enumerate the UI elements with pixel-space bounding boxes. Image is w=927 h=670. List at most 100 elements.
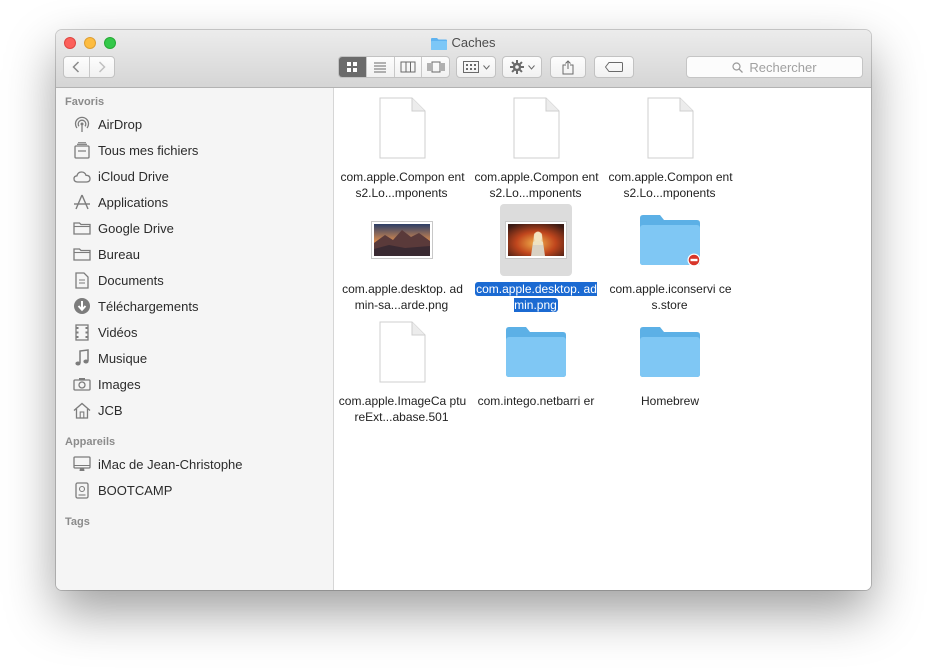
file-grid: com.apple.Compon ents2.Lo...mponents com… bbox=[335, 88, 871, 590]
file-name: Homebrew bbox=[640, 394, 700, 408]
file-item[interactable]: com.apple.Compon ents2.Lo...mponents bbox=[603, 92, 737, 202]
cover-flow-icon bbox=[427, 61, 445, 73]
sidebar-item-label: iMac de Jean-Christophe bbox=[98, 456, 243, 472]
finder-window: Caches Rechercher Favoris AirDrop Tous m… bbox=[56, 30, 871, 590]
chevron-left-icon bbox=[72, 61, 80, 73]
view-mode-selector bbox=[338, 56, 450, 78]
file-name: com.apple.desktop. admin.png bbox=[475, 282, 597, 312]
image-thumbnail bbox=[335, 204, 469, 276]
folder-icon bbox=[72, 218, 92, 238]
column-view-button[interactable] bbox=[395, 57, 423, 77]
sidebar-item-label: Documents bbox=[98, 272, 164, 288]
share-button[interactable] bbox=[550, 56, 586, 78]
folder-restricted-icon bbox=[603, 204, 737, 276]
action-button[interactable] bbox=[502, 56, 542, 78]
icon-view-button[interactable] bbox=[339, 57, 367, 77]
document-icon bbox=[469, 92, 603, 164]
sidebar-item-label: Applications bbox=[98, 194, 169, 210]
window-title-text: Caches bbox=[451, 35, 496, 50]
file-name: com.apple.iconservi ces.store bbox=[609, 282, 732, 312]
sidebar-item-applications[interactable]: Applications bbox=[72, 190, 322, 214]
grid-icon bbox=[347, 62, 358, 72]
folder-icon bbox=[72, 244, 92, 264]
sidebar-item-imac[interactable]: iMac de Jean-Christophe bbox=[72, 452, 322, 476]
search-icon bbox=[732, 61, 744, 73]
sidebar-item-label: iCloud Drive bbox=[98, 168, 169, 184]
sidebar-item-music[interactable]: Musique bbox=[72, 346, 322, 370]
file-item[interactable]: com.apple.iconservi ces.store bbox=[603, 204, 737, 314]
sidebar-item-images[interactable]: Images bbox=[72, 372, 322, 396]
sidebar-item-documents[interactable]: Documents bbox=[72, 268, 322, 292]
sidebar-item-airdrop[interactable]: AirDrop bbox=[72, 112, 322, 136]
sidebar-item-icloud-drive[interactable]: iCloud Drive bbox=[72, 164, 322, 188]
list-view-button[interactable] bbox=[367, 57, 395, 77]
document-icon bbox=[335, 316, 469, 388]
document-icon bbox=[335, 92, 469, 164]
file-item[interactable]: com.apple.Compon ents2.Lo...mponents bbox=[469, 92, 603, 202]
sidebar-item-label: Musique bbox=[98, 350, 148, 366]
sidebar-item-label: Vidéos bbox=[98, 324, 138, 340]
toolbar: Caches Rechercher bbox=[56, 30, 871, 88]
tag-icon bbox=[605, 62, 623, 72]
folder-icon bbox=[431, 37, 448, 54]
columns-icon bbox=[400, 61, 416, 73]
gear-icon bbox=[509, 60, 524, 74]
section-tags: Tags bbox=[65, 516, 90, 528]
selection-highlight bbox=[500, 204, 572, 276]
sidebar-item-label: Images bbox=[98, 376, 141, 392]
sidebar-item-label: Téléchargements bbox=[98, 298, 199, 314]
cloud-icon bbox=[72, 166, 92, 186]
navigation-buttons bbox=[63, 56, 115, 78]
download-icon bbox=[72, 296, 92, 316]
file-item-selected[interactable]: com.apple.desktop. admin.png bbox=[469, 204, 603, 314]
file-name: com.apple.desktop. admin-sa...arde.png bbox=[342, 282, 463, 312]
chevron-right-icon bbox=[98, 61, 106, 73]
sidebar: Favoris AirDrop Tous mes fichiers iCloud… bbox=[56, 88, 334, 590]
arrange-button[interactable] bbox=[456, 56, 496, 78]
image-thumbnail bbox=[469, 204, 603, 276]
file-name: com.apple.Compon ents2.Lo...mponents bbox=[474, 170, 599, 200]
back-button[interactable] bbox=[64, 57, 90, 77]
arrange-grid-icon bbox=[462, 61, 479, 73]
file-name: com.apple.ImageCa ptureExt...abase.501 bbox=[338, 394, 467, 424]
sidebar-item-bootcamp[interactable]: BOOTCAMP bbox=[72, 478, 322, 502]
file-item[interactable]: com.intego.netbarri er bbox=[469, 316, 603, 426]
file-item[interactable]: com.apple.ImageCa ptureExt...abase.501 bbox=[335, 316, 469, 426]
sidebar-item-jcb[interactable]: JCB bbox=[72, 398, 322, 422]
file-name: com.apple.Compon ents2.Lo...mponents bbox=[340, 170, 465, 200]
file-item[interactable]: com.apple.desktop. admin-sa...arde.png bbox=[335, 204, 469, 314]
list-icon bbox=[374, 62, 387, 73]
sidebar-item-label: Google Drive bbox=[98, 220, 174, 236]
sidebar-item-label: Tous mes fichiers bbox=[98, 142, 199, 158]
document-icon bbox=[603, 92, 737, 164]
camera-icon bbox=[72, 374, 92, 394]
tags-button[interactable] bbox=[594, 56, 634, 78]
sidebar-item-label: Bureau bbox=[98, 246, 140, 262]
sidebar-item-google-drive[interactable]: Google Drive bbox=[72, 216, 322, 240]
sidebar-item-label: BOOTCAMP bbox=[98, 482, 173, 498]
airdrop-icon bbox=[72, 114, 92, 134]
home-icon bbox=[72, 400, 92, 420]
forward-button[interactable] bbox=[90, 57, 115, 77]
applications-icon bbox=[72, 192, 92, 212]
file-name: com.apple.Compon ents2.Lo...mponents bbox=[608, 170, 733, 200]
file-name: com.intego.netbarri er bbox=[477, 394, 595, 408]
imac-icon bbox=[72, 454, 92, 474]
section-favorites: Favoris bbox=[65, 96, 105, 108]
sidebar-item-videos[interactable]: Vidéos bbox=[72, 320, 322, 344]
share-icon bbox=[562, 59, 574, 74]
folder-icon bbox=[603, 316, 737, 388]
document-icon bbox=[72, 270, 92, 290]
window-title: Caches bbox=[56, 35, 871, 54]
music-icon bbox=[72, 348, 92, 368]
sidebar-item-bureau[interactable]: Bureau bbox=[72, 242, 322, 266]
file-item[interactable]: Homebrew bbox=[603, 316, 737, 426]
chevron-down-icon bbox=[527, 64, 535, 70]
cover-flow-button[interactable] bbox=[422, 57, 449, 77]
sidebar-item-downloads[interactable]: Téléchargements bbox=[72, 294, 322, 318]
file-item[interactable]: com.apple.Compon ents2.Lo...mponents bbox=[335, 92, 469, 202]
sidebar-item-label: AirDrop bbox=[98, 116, 143, 132]
search-field[interactable]: Rechercher bbox=[686, 56, 863, 78]
sidebar-item-all-files[interactable]: Tous mes fichiers bbox=[72, 138, 322, 162]
drive-icon bbox=[72, 480, 92, 500]
